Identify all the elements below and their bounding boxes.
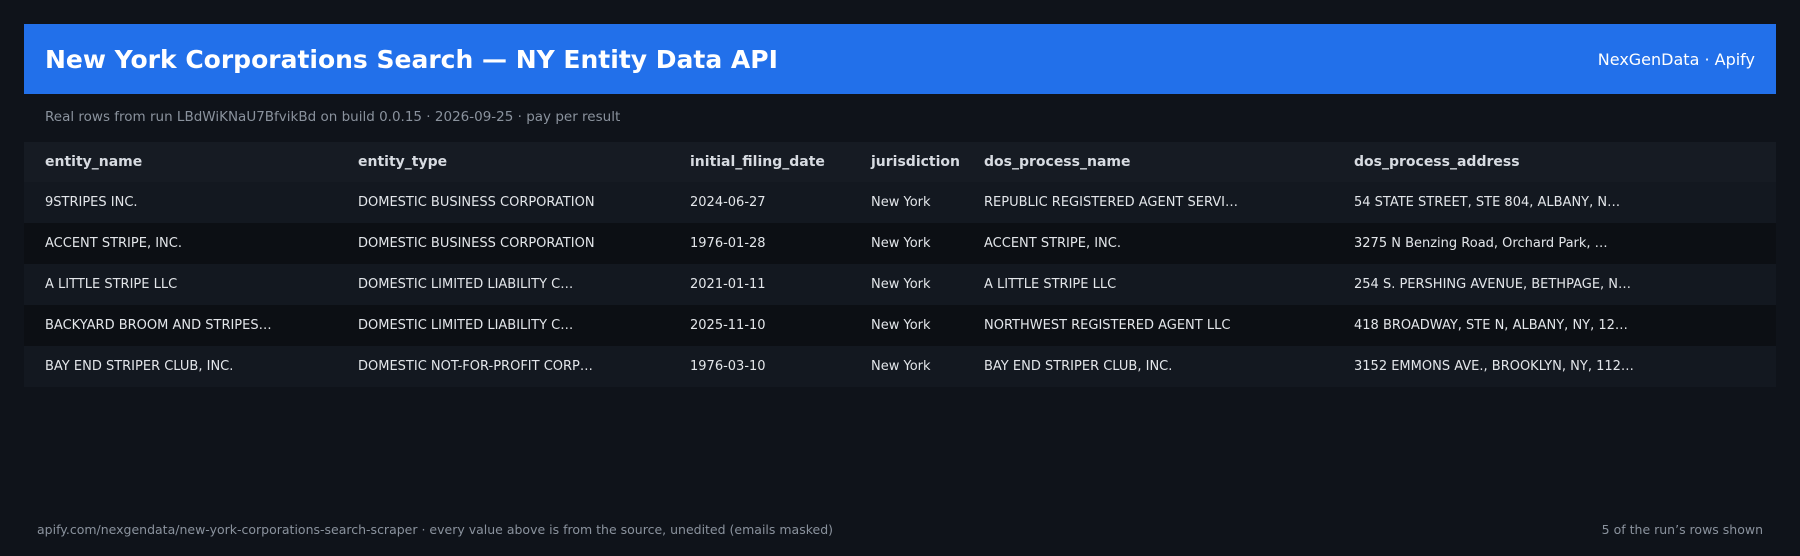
cell-dos-process-name: BAY END STRIPER CLUB, INC. [984,359,1173,374]
table-row[interactable]: A LITTLE STRIPE LLC DOMESTIC LIMITED LIA… [24,264,1776,305]
cell-entity-type: DOMESTIC BUSINESS CORPORATION [358,195,595,210]
cell-dos-process-name: A LITTLE STRIPE LLC [984,277,1117,292]
cell-jurisdiction: New York [871,359,931,374]
column-header-entity-type[interactable]: entity_type [337,142,669,182]
page-header: New York Corporations Search — NY Entity… [24,24,1776,94]
cell-jurisdiction: New York [871,236,931,251]
cell-dos-process-address: 3152 EMMONS AVE., BROOKLYN, NY, 112… [1354,359,1634,374]
column-header-jurisdiction[interactable]: jurisdiction [850,142,963,182]
cell-initial-filing-date: 1976-01-28 [690,236,766,251]
footer-source-link[interactable]: apify.com/nexgendata/new-york-corporatio… [37,522,833,537]
page-title: New York Corporations Search — NY Entity… [45,44,778,74]
cell-initial-filing-date: 2021-01-11 [690,277,766,292]
cell-dos-process-address: 254 S. PERSHING AVENUE, BETHPAGE, N… [1354,277,1632,292]
footer-row-count: 5 of the run’s rows shown [1601,522,1763,537]
table-row[interactable]: 9STRIPES INC. DOMESTIC BUSINESS CORPORAT… [24,182,1776,223]
cell-entity-name: BAY END STRIPER CLUB, INC. [45,359,234,374]
cell-entity-name: BACKYARD BROOM AND STRIPES… [45,318,272,333]
table-row[interactable]: ACCENT STRIPE, INC. DOMESTIC BUSINESS CO… [24,223,1776,264]
table-row[interactable]: BAY END STRIPER CLUB, INC. DOMESTIC NOT-… [24,346,1776,387]
brand-label: NexGenData · Apify [1597,49,1755,69]
cell-dos-process-name: ACCENT STRIPE, INC. [984,236,1121,251]
cell-entity-type: DOMESTIC BUSINESS CORPORATION [358,236,595,251]
cell-jurisdiction: New York [871,195,931,210]
cell-entity-type: DOMESTIC LIMITED LIABILITY C… [358,318,574,333]
cell-initial-filing-date: 2025-11-10 [690,318,766,333]
cell-jurisdiction: New York [871,277,931,292]
cell-entity-name: ACCENT STRIPE, INC. [45,236,182,251]
column-header-initial-filing-date[interactable]: initial_filing_date [669,142,850,182]
cell-dos-process-name: REPUBLIC REGISTERED AGENT SERVI… [984,195,1239,210]
column-header-dos-process-address[interactable]: dos_process_address [1333,142,1776,182]
data-table: entity_name entity_type initial_filing_d… [24,142,1776,387]
table-header-row: entity_name entity_type initial_filing_d… [24,142,1776,182]
cell-dos-process-address: 3275 N Benzing Road, Orchard Park, … [1354,236,1608,251]
cell-dos-process-address: 418 BROADWAY, STE N, ALBANY, NY, 12… [1354,318,1628,333]
run-info-subtitle: Real rows from run LBdWiKNaU7BfvikBd on … [45,109,621,125]
cell-entity-name: A LITTLE STRIPE LLC [45,277,178,292]
column-header-entity-name[interactable]: entity_name [24,142,337,182]
column-header-dos-process-name[interactable]: dos_process_name [963,142,1333,182]
cell-dos-process-address: 54 STATE STREET, STE 804, ALBANY, N… [1354,195,1621,210]
cell-dos-process-name: NORTHWEST REGISTERED AGENT LLC [984,318,1231,333]
cell-entity-name: 9STRIPES INC. [45,195,138,210]
cell-entity-type: DOMESTIC LIMITED LIABILITY C… [358,277,574,292]
cell-jurisdiction: New York [871,318,931,333]
cell-initial-filing-date: 2024-06-27 [690,195,766,210]
table-row[interactable]: BACKYARD BROOM AND STRIPES… DOMESTIC LIM… [24,305,1776,346]
cell-initial-filing-date: 1976-03-10 [690,359,766,374]
cell-entity-type: DOMESTIC NOT-FOR-PROFIT CORP… [358,359,593,374]
